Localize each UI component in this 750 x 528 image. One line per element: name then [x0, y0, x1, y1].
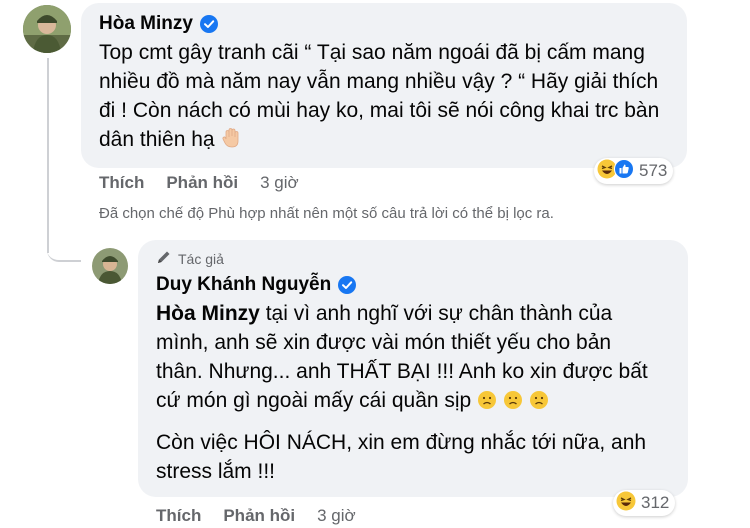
- author-tag: Tác giả: [156, 249, 670, 268]
- reply-actions: Thích Phản hồi 3 giờ: [156, 506, 356, 526]
- pen-icon: [156, 249, 172, 268]
- reaction-count: 573: [639, 161, 668, 180]
- author-tag-label: Tác giả: [178, 250, 224, 267]
- comment-text: Top cmt gây tranh cãi “ Tại sao năm ngoá…: [99, 38, 669, 158]
- reply-reaction-count: 312: [641, 493, 670, 512]
- sad-face-emoji: [529, 389, 549, 418]
- reply-bubble: Tác giả Duy Khánh Nguyễn Hòa Minzy tại v…: [138, 240, 688, 497]
- like-icon: [614, 158, 634, 184]
- reply-text: Hòa Minzy tại vì anh nghĩ với sự chân th…: [156, 299, 656, 418]
- reply-body-p2: Còn việc HÔI NÁCH, xin em đừng nhắc tới …: [156, 431, 647, 483]
- verified-badge-icon: [338, 276, 357, 294]
- thread-line: [47, 58, 49, 253]
- avatar[interactable]: [23, 5, 71, 53]
- reply-avatar[interactable]: [92, 248, 128, 284]
- thread-branch: [47, 230, 81, 262]
- like-button[interactable]: Thích: [156, 506, 201, 526]
- verified-badge-icon: [199, 15, 218, 33]
- reply-author[interactable]: Duy Khánh Nguyễn: [156, 274, 670, 296]
- reaction-summary[interactable]: 573: [594, 158, 674, 184]
- reply-reaction-summary[interactable]: 312: [613, 490, 676, 516]
- reply-author-name[interactable]: Duy Khánh Nguyễn: [156, 274, 331, 296]
- comment-timestamp[interactable]: 3 giờ: [260, 173, 299, 193]
- like-button[interactable]: Thích: [99, 173, 144, 193]
- comment-author[interactable]: Hòa Minzy: [99, 13, 669, 35]
- filter-notice: Đã chọn chế độ Phù hợp nhất nên một số c…: [99, 205, 554, 222]
- comment-actions: Thích Phản hồi 3 giờ: [99, 173, 299, 193]
- reply-timestamp[interactable]: 3 giờ: [317, 506, 356, 526]
- sad-emojis: [477, 389, 549, 412]
- comment-body: Top cmt gây tranh cãi “ Tại sao năm ngoá…: [99, 41, 660, 151]
- sad-face-emoji: [477, 389, 497, 418]
- reply-button[interactable]: Phản hồi: [166, 173, 238, 193]
- laughing-emoji: [616, 491, 636, 516]
- mention-link[interactable]: Hòa Minzy: [156, 302, 260, 325]
- comment-bubble: Hòa Minzy Top cmt gây tranh cãi “ Tại sa…: [81, 3, 687, 168]
- raised-hand-emoji: [220, 126, 244, 158]
- sad-face-emoji: [503, 389, 523, 418]
- reply-text-2: Còn việc HÔI NÁCH, xin em đừng nhắc tới …: [156, 428, 686, 486]
- author-name[interactable]: Hòa Minzy: [99, 13, 193, 35]
- reply-button[interactable]: Phản hồi: [223, 506, 295, 526]
